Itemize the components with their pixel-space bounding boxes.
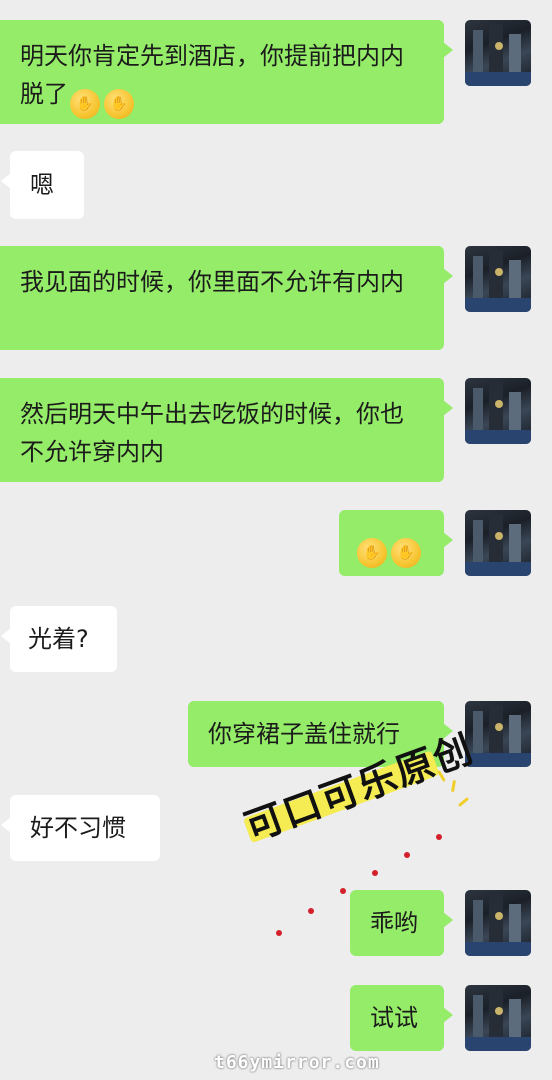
site-watermark: t66ymirror.com [214, 1052, 380, 1073]
face-with-hand-over-mouth-emoji-icon: ✋ [70, 89, 100, 119]
message-text: 试试 [370, 1004, 418, 1032]
sparkle-icon [457, 796, 470, 808]
avatar[interactable] [465, 246, 531, 312]
avatar[interactable] [465, 985, 531, 1051]
stamp-dot [372, 870, 378, 876]
message-bubble-incoming[interactable]: 光着? [1, 606, 117, 672]
face-with-hand-over-mouth-emoji-icon: ✋ [391, 538, 421, 568]
avatar[interactable] [465, 20, 531, 86]
stamp-dot [276, 930, 282, 936]
message-text: 我见面的时候，你里面不允许有内内 [20, 268, 404, 296]
avatar[interactable] [465, 890, 531, 956]
stamp-dot [340, 888, 346, 894]
message-bubble-outgoing[interactable]: 乖哟 [350, 890, 453, 956]
message-bubble-outgoing[interactable]: 明天你肯定先到酒店，你提前把内内脱了 ✋ ✋ [0, 20, 453, 124]
message-text: 乖哟 [370, 909, 418, 937]
message-bubble-outgoing[interactable]: 我见面的时候，你里面不允许有内内 [0, 246, 453, 350]
message-text: 好不习惯 [30, 814, 126, 842]
face-with-hand-over-mouth-emoji-icon: ✋ [357, 538, 387, 568]
message-bubble-incoming[interactable]: 嗯 [1, 151, 84, 219]
stamp-dot [308, 908, 314, 914]
avatar[interactable] [465, 378, 531, 444]
message-text: 嗯 [30, 171, 54, 199]
message-bubble-outgoing[interactable]: ✋ ✋ [339, 510, 453, 576]
avatar[interactable] [465, 510, 531, 576]
stamp-dot [436, 834, 442, 840]
message-text: 光着? [28, 625, 89, 653]
message-text: 然后明天中午出去吃饭的时候，你也不允许穿内内 [20, 400, 404, 466]
message-bubble-outgoing[interactable]: 试试 [350, 985, 453, 1051]
face-with-hand-over-mouth-emoji-icon: ✋ [104, 89, 134, 119]
stamp-dot [404, 852, 410, 858]
message-bubble-outgoing[interactable]: 然后明天中午出去吃饭的时候，你也不允许穿内内 [0, 378, 453, 482]
message-bubble-incoming[interactable]: 好不习惯 [1, 795, 160, 861]
